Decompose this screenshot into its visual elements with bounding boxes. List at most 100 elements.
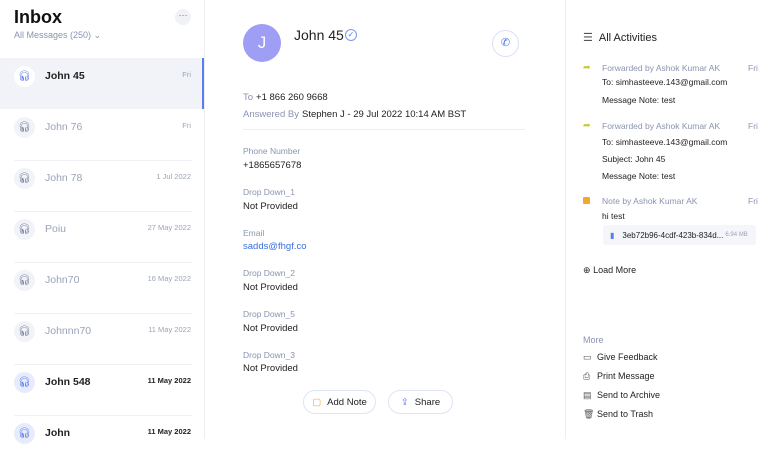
message-filter-dropdown[interactable]: All Messages (250) ⌄ [14, 30, 101, 41]
contact-name: John 76 [45, 121, 82, 133]
message-list-item[interactable]: 🎧︎ John 78 1 Jul 2022 [0, 160, 204, 211]
message-date: 27 May 2022 [148, 223, 191, 232]
message-list-item[interactable]: 🎧︎ John 548 11 May 2022 [0, 364, 204, 415]
print-message-button[interactable]: ⎙Print Message [583, 371, 655, 382]
attachment-name: 3eb72b96-4cdf-423b-834d... [622, 231, 723, 240]
activity-line: hi test [602, 211, 625, 221]
message-list-item[interactable]: 🎧︎ John 76 Fri [0, 109, 204, 160]
field-value: Not Provided [243, 363, 298, 374]
inbox-title: Inbox [14, 7, 62, 28]
field-label: Phone Number [243, 146, 300, 156]
field-value: Not Provided [243, 282, 298, 293]
load-more-button[interactable]: ⊕ Load More [583, 265, 636, 276]
forward-icon: ➦ [583, 120, 591, 131]
field-label: Drop Down_3 [243, 350, 295, 360]
note-icon: ▢ [312, 397, 321, 408]
contact-name: Johnnn70 [45, 325, 91, 337]
headset-icon: 🎧︎ [14, 66, 35, 87]
forward-icon: ➦ [583, 62, 591, 73]
add-note-label: Add Note [327, 397, 367, 408]
contact-name-heading: John 45 [294, 27, 344, 43]
contact-avatar: J [243, 24, 281, 62]
attachment[interactable]: ▮ 3eb72b96-4cdf-423b-834d...6.94 MB [603, 225, 756, 245]
divider [243, 129, 525, 130]
share-label: Share [415, 397, 440, 408]
headset-icon: 🎧︎ [14, 270, 35, 291]
headset-icon: 🎧︎ [14, 219, 35, 240]
printer-icon: ⎙ [583, 371, 597, 382]
file-icon: ▮ [610, 231, 614, 240]
headset-icon: 🎧︎ [14, 423, 35, 444]
load-more-label: Load More [593, 265, 636, 275]
headset-icon: 🎧︎ [14, 321, 35, 342]
field-value: Not Provided [243, 323, 298, 334]
menu-label: Send to Trash [597, 409, 653, 419]
attachment-size: 6.94 MB [725, 232, 747, 238]
headset-icon: 🎧︎ [14, 117, 35, 138]
field-label: Email [243, 228, 264, 238]
answered-value: Stephen J - 29 Jul 2022 10:14 AM BST [302, 109, 466, 120]
feedback-icon: ▭ [583, 352, 597, 363]
message-list-item[interactable]: 🎧︎ Johnnn70 11 May 2022 [0, 313, 204, 364]
contact-name: John [45, 427, 70, 439]
field-label: Drop Down_5 [243, 309, 295, 319]
share-button[interactable]: ⇪ Share [388, 390, 453, 414]
contact-name: Poiu [45, 223, 66, 235]
activity-line: Message Note: test [602, 171, 675, 181]
message-date: 11 May 2022 [148, 325, 191, 334]
to-label: To [243, 92, 253, 103]
answered-label: Answered By [243, 109, 299, 120]
verified-check-icon: ✓ [345, 29, 357, 41]
send-to-trash-button[interactable]: 🗑︎Send to Trash [583, 409, 653, 420]
menu-label: Send to Archive [597, 390, 660, 400]
message-date: Fri [182, 121, 191, 130]
contact-name: John 548 [45, 376, 91, 388]
field-label: Drop Down_2 [243, 268, 295, 278]
trash-icon: 🗑︎ [583, 409, 597, 420]
plus-circle-icon: ⊕ [583, 265, 591, 275]
contact-name: John 45 [45, 70, 85, 82]
send-to-archive-button[interactable]: ▤Send to Archive [583, 390, 660, 401]
activity-line: Subject: John 45 [602, 154, 665, 164]
give-feedback-button[interactable]: ▭Give Feedback [583, 352, 658, 363]
message-list-item[interactable]: 🎧︎ Poiu 27 May 2022 [0, 211, 204, 262]
message-date: Fri [182, 70, 191, 79]
menu-label: Give Feedback [597, 352, 658, 362]
activity-line: To: simhasteeve.143@gmail.com [602, 137, 727, 147]
list-icon: ☰ [583, 32, 593, 44]
activity-header: Forwarded by Ashok Kumar AK [602, 63, 720, 73]
field-label: Drop Down_1 [243, 187, 295, 197]
contact-name: John70 [45, 274, 79, 286]
message-list-item[interactable]: 🎧︎ John 11 May 2022 [0, 415, 204, 466]
menu-label: Print Message [597, 371, 655, 381]
activity-date: Fri [748, 196, 758, 206]
to-value: +1 866 260 9668 [256, 92, 328, 103]
headset-icon: 🎧︎ [14, 372, 35, 393]
activity-header: Forwarded by Ashok Kumar AK [602, 121, 720, 131]
field-value: Not Provided [243, 201, 298, 212]
message-list-item[interactable]: 🎧︎ John 45 Fri [0, 58, 204, 109]
activity-line: Message Note: test [602, 95, 675, 105]
note-icon [583, 197, 590, 204]
more-options-button[interactable]: ··· [175, 9, 191, 25]
message-date: 16 May 2022 [148, 274, 191, 283]
inbox-panel: Inbox All Messages (250) ⌄ ··· 🎧︎ John 45… [0, 0, 205, 439]
contact-name: John 78 [45, 172, 82, 184]
headset-icon: 🎧︎ [14, 168, 35, 189]
call-button[interactable]: ✆ [492, 30, 519, 57]
activity-line: To: simhasteeve.143@gmail.com [602, 77, 727, 87]
archive-icon: ▤ [583, 390, 597, 401]
activity-date: Fri [748, 63, 758, 73]
answered-line: Answered ByStephen J - 29 Jul 2022 10:14… [243, 109, 466, 120]
message-list-item[interactable]: 🎧︎ John70 16 May 2022 [0, 262, 204, 313]
share-icon: ⇪ [401, 397, 409, 408]
email-link[interactable]: sadds@fhgf.co [243, 241, 307, 252]
field-value: +1865657678 [243, 160, 301, 171]
phone-icon: ✆ [501, 37, 510, 49]
message-date: 1 Jul 2022 [156, 172, 191, 181]
message-date: 11 May 2022 [148, 427, 191, 436]
message-date: 11 May 2022 [148, 376, 191, 385]
to-line: To+1 866 260 9668 [243, 92, 328, 103]
more-heading: More [583, 335, 604, 345]
add-note-button[interactable]: ▢ Add Note [303, 390, 376, 414]
